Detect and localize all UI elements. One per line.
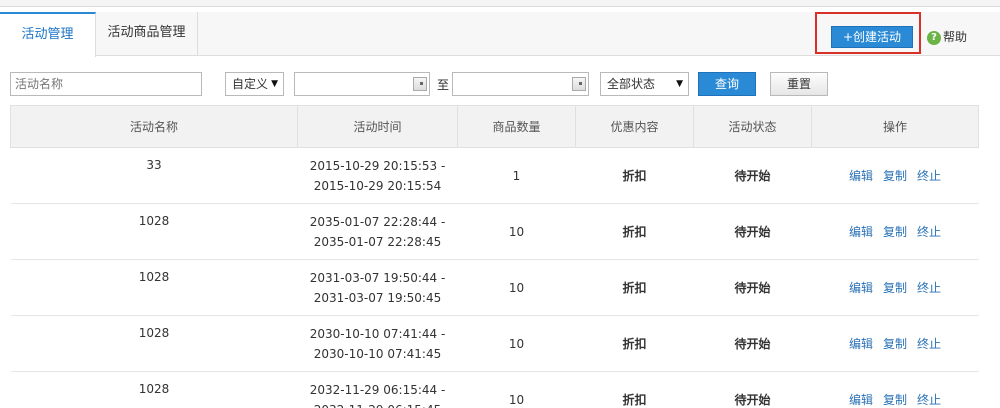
- activity-time: 2035-01-07 22:28:44 - 2035-01-07 22:28:45: [297, 203, 458, 260]
- activity-status: 待开始: [693, 315, 812, 372]
- activity-name-link[interactable]: 1028: [10, 315, 298, 372]
- product-count: 10: [457, 371, 576, 408]
- end-link[interactable]: 终止: [917, 169, 941, 183]
- query-button[interactable]: 查询: [698, 72, 756, 96]
- dropdown-arrow-icon: ▼: [676, 79, 683, 89]
- activity-name-link[interactable]: 1028: [10, 259, 298, 316]
- row-actions: 编辑 复制 终止: [811, 147, 979, 204]
- activity-name-link[interactable]: 33: [10, 147, 298, 204]
- end-time: 2030-10-10 07:41:45: [313, 346, 442, 361]
- product-count: 10: [457, 203, 576, 260]
- activity-status: 待开始: [693, 203, 812, 260]
- create-activity-button[interactable]: +创建活动: [831, 26, 913, 48]
- product-count: 10: [457, 259, 576, 316]
- end-link[interactable]: 终止: [917, 281, 941, 295]
- calendar-icon[interactable]: [572, 77, 586, 91]
- row-actions: 编辑 复制 终止: [811, 315, 979, 372]
- copy-link[interactable]: 复制: [883, 393, 907, 407]
- start-time: 2015-10-29 20:15:53 -: [309, 158, 446, 173]
- activity-name-link[interactable]: 1028: [10, 371, 298, 408]
- activity-name-input[interactable]: [10, 72, 202, 96]
- start-time: 2032-11-29 06:15:44 -: [309, 382, 446, 397]
- activity-table: 活动名称 活动时间 商品数量 优惠内容 活动状态 操作 33 2015-10-2…: [10, 105, 979, 408]
- table-row: 1028 2031-03-07 19:50:44 -2031-03-07 19:…: [10, 259, 979, 316]
- activity-status: 待开始: [693, 147, 812, 204]
- help-label: 帮助: [943, 30, 968, 44]
- copy-link[interactable]: 复制: [883, 337, 907, 351]
- discount-type: 折扣: [575, 371, 694, 408]
- reset-button[interactable]: 重置: [770, 72, 828, 96]
- table-row: 33 2015-10-29 20:15:53 -2015-10-29 20:15…: [10, 147, 979, 204]
- time-mode-select[interactable]: 自定义 ▼: [225, 72, 284, 96]
- column-header-time: 活动时间: [297, 105, 458, 148]
- row-actions: 编辑 复制 终止: [811, 203, 979, 260]
- end-time: 2031-03-07 19:50:45: [313, 290, 442, 305]
- product-count: 1: [457, 147, 576, 204]
- edit-link[interactable]: 编辑: [849, 281, 873, 295]
- column-header-count: 商品数量: [457, 105, 576, 148]
- start-time: 2030-10-10 07:41:44 -: [309, 326, 446, 341]
- end-date-input[interactable]: [452, 72, 589, 96]
- activity-name-link[interactable]: 1028: [10, 203, 298, 260]
- end-time: 2032-11-29 06:15:45: [298, 400, 458, 408]
- activity-status: 待开始: [693, 371, 812, 408]
- column-header-actions: 操作: [811, 105, 979, 148]
- edit-link[interactable]: 编辑: [849, 225, 873, 239]
- column-header-discount: 优惠内容: [575, 105, 694, 148]
- discount-type: 折扣: [575, 259, 694, 316]
- copy-link[interactable]: 复制: [883, 225, 907, 239]
- column-header-name: 活动名称: [10, 105, 298, 148]
- start-date-input[interactable]: [294, 72, 430, 96]
- status-value: 全部状态: [607, 77, 656, 91]
- discount-type: 折扣: [575, 315, 694, 372]
- edit-link[interactable]: 编辑: [849, 337, 873, 351]
- activity-time: 2030-10-10 07:41:44 - 2030-10-10 07:41:45: [297, 315, 458, 372]
- discount-type: 折扣: [575, 203, 694, 260]
- column-header-status: 活动状态: [693, 105, 812, 148]
- help-link[interactable]: ? 帮助: [927, 28, 967, 46]
- calendar-icon[interactable]: [413, 77, 427, 91]
- edit-link[interactable]: 编辑: [849, 169, 873, 183]
- activity-time: 2015-10-29 20:15:53 - 2015-10-29 20:15:54: [297, 147, 458, 204]
- time-mode-value: 自定义: [232, 77, 269, 91]
- table-header-row: 活动名称 活动时间 商品数量 优惠内容 活动状态 操作: [10, 105, 979, 148]
- status-select[interactable]: 全部状态 ▼: [600, 72, 689, 96]
- discount-type: 折扣: [575, 147, 694, 204]
- table-row: 1028 2035-01-07 22:28:44 -2035-01-07 22:…: [10, 203, 979, 260]
- date-range-separator: 至: [437, 78, 450, 92]
- end-link[interactable]: 终止: [917, 337, 941, 351]
- activity-time: 2031-03-07 19:50:44 - 2031-03-07 19:50:45: [297, 259, 458, 316]
- row-actions: 编辑 复制 终止: [811, 259, 979, 316]
- tab-activity-management[interactable]: 活动管理: [0, 12, 96, 57]
- end-time: 2015-10-29 20:15:54: [313, 178, 442, 193]
- end-time: 2035-01-07 22:28:45: [313, 234, 442, 249]
- dropdown-arrow-icon: ▼: [271, 79, 278, 89]
- copy-link[interactable]: 复制: [883, 169, 907, 183]
- help-icon: ?: [927, 30, 941, 45]
- start-time: 2035-01-07 22:28:44 -: [309, 214, 446, 229]
- table-row: 1028 2032-11-29 06:15:44 -2032-11-29 06:…: [10, 371, 979, 408]
- activity-time: 2032-11-29 06:15:44 - 2032-11-29 06:15:45: [297, 371, 458, 408]
- start-time: 2031-03-07 19:50:44 -: [309, 270, 446, 285]
- activity-status: 待开始: [693, 259, 812, 316]
- table-row: 1028 2030-10-10 07:41:44 -2030-10-10 07:…: [10, 315, 979, 372]
- tab-activity-product-management[interactable]: 活动商品管理: [96, 12, 198, 56]
- row-actions: 编辑 复制 终止: [811, 371, 979, 408]
- end-link[interactable]: 终止: [917, 225, 941, 239]
- edit-link[interactable]: 编辑: [849, 393, 873, 407]
- end-link[interactable]: 终止: [917, 393, 941, 407]
- copy-link[interactable]: 复制: [883, 281, 907, 295]
- product-count: 10: [457, 315, 576, 372]
